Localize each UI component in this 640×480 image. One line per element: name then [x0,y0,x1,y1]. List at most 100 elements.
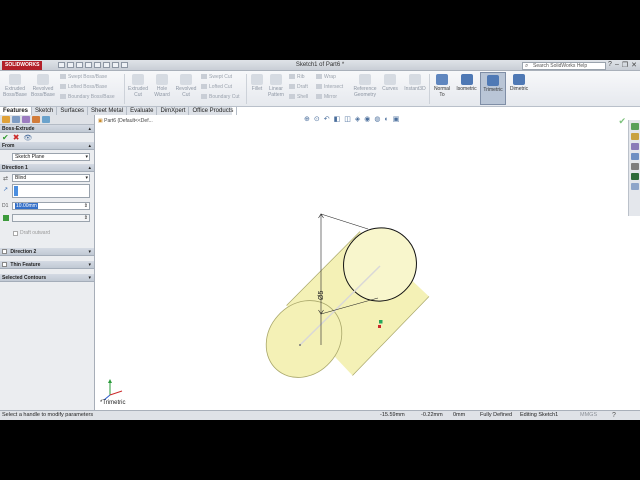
diameter-dimension[interactable]: Ø5 [318,291,325,300]
draft-outward-checkbox[interactable] [13,231,18,236]
tab-surfaces[interactable]: Surfaces [57,107,89,115]
display-manager-icon[interactable] [42,116,50,123]
normal-to-icon [436,74,448,85]
minimize-button[interactable]: – [615,61,619,69]
restore-button[interactable]: ❐ [622,61,628,69]
revolve-icon [37,74,49,85]
fillet-button[interactable]: Fillet [248,74,266,92]
swept-boss-button[interactable]: Swept Boss/Base [60,74,107,80]
curves-button[interactable]: Curves [380,74,400,92]
end-condition-select[interactable]: Blind ▾ [12,174,90,182]
search-input[interactable]: ⌕ Search SolidWorks Help [522,62,606,70]
feature-manager-icon[interactable] [2,116,10,123]
normal-to-button[interactable]: Normal To [431,74,453,98]
mirror-button[interactable]: Mirror [316,94,337,100]
help-button[interactable]: ? [608,61,612,69]
selection-highlight [14,186,18,196]
draft-outward-label: Draft outward [20,230,51,236]
revolved-boss-button[interactable]: Revolved Boss/Base [30,74,56,98]
direction2-header[interactable]: Direction 2 ▾ [0,248,94,256]
loft-icon [60,84,66,90]
from-section: Sketch Plane ▾ [0,150,94,164]
drag-handle[interactable] [379,320,383,324]
spinner-icon[interactable]: ⇕ [84,215,88,221]
from-select[interactable]: Sketch Plane ▾ [12,153,90,161]
draft-on-off-icon[interactable] [3,215,9,221]
thin-feature-checkbox[interactable] [2,262,7,268]
ok-check-icon[interactable]: ✔ [2,133,9,142]
preview-eye-icon[interactable]: 👁 [23,134,32,142]
from-section-header[interactable]: From ▴ [0,142,94,150]
reference-triad [103,379,123,401]
linear-pattern-button[interactable]: Linear Pattern [266,74,286,98]
sketch-origin-point [378,325,381,328]
wrap-icon [316,74,322,80]
lofted-cut-button[interactable]: Lofted Cut [201,84,232,90]
close-button[interactable]: ✕ [631,61,637,69]
trimetric-button[interactable]: Trimetric [480,72,506,105]
isometric-button[interactable]: Isometric [454,74,479,92]
graphics-area[interactable]: ▣ Part6 (Default<<Def... ⊕ ⊙ ↶ ◧ ◫ ◈ ◉ ◍… [96,115,640,409]
boundary-cut-icon [201,94,207,100]
model-canvas[interactable]: Ø5 [96,115,640,409]
depth-input[interactable]: 10.00mm ⇕ [12,202,90,210]
tab-evaluate[interactable]: Evaluate [127,107,158,115]
rib-button[interactable]: Rib [289,74,305,80]
tab-office-products[interactable]: Office Products [189,107,238,115]
boundary-boss-button[interactable]: Boundary Boss/Base [60,94,115,100]
direction1-section: ⇄ Blind ▾ ↗ D1 10.00mm ⇕ ⇕ [0,172,94,230]
extruded-cut-icon [132,74,144,85]
draft-angle-input[interactable]: ⇕ [12,214,90,222]
chevron-down-icon: ▾ [88,262,91,268]
status-editing: Editing Sketch1 [520,412,559,418]
status-y: -0.22mm [421,412,443,418]
instant3d-button[interactable]: Instant3D [402,74,428,92]
hole-wizard-button[interactable]: Hole Wizard [151,74,173,98]
selected-contours-header[interactable]: Selected Contours ▾ [0,274,94,282]
curves-icon [384,74,396,85]
tab-dimxpert[interactable]: DimXpert [157,107,190,115]
reverse-direction-icon[interactable]: ⇄ [3,175,8,182]
boundary-cut-button[interactable]: Boundary Cut [201,94,240,100]
swept-cut-button[interactable]: Swept Cut [201,74,232,80]
spinner-icon[interactable]: ⇕ [84,203,88,209]
reference-geometry-button[interactable]: Reference Geometry [351,74,379,98]
direction-selection-box[interactable] [12,184,90,198]
wrap-button[interactable]: Wrap [316,74,336,80]
draft-button[interactable]: Draft [289,84,308,90]
mirror-icon [316,94,322,100]
revolved-boss-label: Revolved Boss/Base [31,86,55,98]
command-tabs: Features Sketch Surfaces Sheet Metal Eva… [0,107,238,115]
reference-geometry-icon [359,74,371,85]
lofted-boss-button[interactable]: Lofted Boss/Base [60,84,107,90]
chevron-up-icon[interactable]: ▴ [88,125,91,133]
extruded-cut-button[interactable]: Extruded Cut [126,74,150,98]
property-manager-icon[interactable] [12,116,20,123]
status-x: -15.59mm [380,412,405,418]
divider [124,74,125,104]
configuration-manager-icon[interactable] [22,116,30,123]
thin-feature-header[interactable]: Thin Feature ▾ [0,261,94,269]
dimxpert-manager-icon[interactable] [32,116,40,123]
tab-features[interactable]: Features [0,107,33,115]
extruded-boss-button[interactable]: Extruded Boss/Base [2,74,28,98]
dimetric-icon [513,74,525,85]
revolved-cut-button[interactable]: Revolved Cut [174,74,198,98]
status-units[interactable]: MMGS [580,411,597,420]
shell-button[interactable]: Shell [289,94,308,100]
intersect-button[interactable]: Intersect [316,84,343,90]
tab-sheet-metal[interactable]: Sheet Metal [88,107,128,115]
direction2-checkbox[interactable] [2,249,7,255]
tab-sketch[interactable]: Sketch [32,107,58,115]
confirm-row: ✔ ✖ 👁 [0,133,94,142]
chevron-up-icon: ▴ [88,165,91,171]
search-icon: ⌕ [525,63,529,69]
cancel-x-icon[interactable]: ✖ [13,133,20,142]
help-icon[interactable]: ? [612,411,616,420]
dimetric-button[interactable]: Dimetric [507,74,531,92]
direction1-header[interactable]: Direction 1 ▴ [0,164,94,172]
swept-icon [60,74,66,80]
trimetric-icon [487,75,499,86]
draft-icon [289,84,295,90]
manager-tabs [0,115,94,125]
